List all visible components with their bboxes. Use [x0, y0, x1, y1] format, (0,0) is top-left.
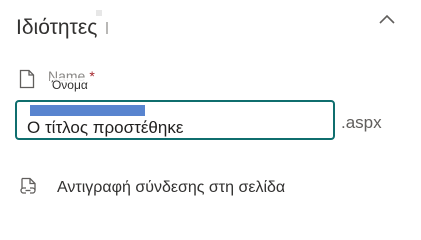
- text-selection-highlight: [30, 105, 145, 116]
- name-tooltip: Όνομα: [50, 78, 90, 92]
- copy-link-icon: [19, 176, 39, 200]
- file-icon: [19, 69, 35, 89]
- title-ghost-artifact: [96, 10, 102, 16]
- name-input[interactable]: [27, 118, 327, 138]
- required-marker: *: [89, 68, 95, 84]
- name-input-container[interactable]: [15, 100, 335, 140]
- copy-link-label: Αντιγραφή σύνδεσης στη σελίδα: [57, 179, 286, 196]
- title-caret-artifact: [106, 22, 108, 34]
- file-extension-suffix: .aspx: [341, 113, 382, 132]
- properties-panel: Ιδιότητες Name* Όνομα .aspx: [0, 0, 421, 232]
- chevron-up-icon: [379, 14, 395, 24]
- copy-link-button[interactable]: Αντιγραφή σύνδεσης στη σελίδα: [19, 174, 285, 202]
- panel-title: Ιδιότητες: [16, 16, 98, 39]
- collapse-button[interactable]: [376, 10, 398, 28]
